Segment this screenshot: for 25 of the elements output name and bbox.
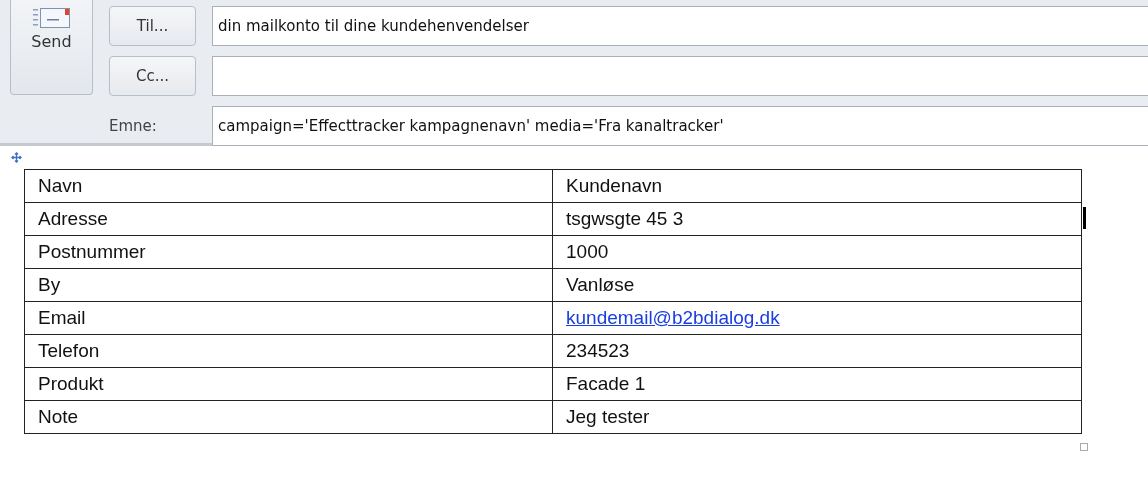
subject-label: Emne: <box>109 116 158 137</box>
to-field[interactable]: din mailkonto til dine kundehenvendelser <box>212 6 1148 46</box>
move-handle-icon[interactable] <box>11 152 22 163</box>
cc-button[interactable]: Cc... <box>109 56 196 96</box>
table-cell: Navn <box>24 169 553 203</box>
cc-field[interactable] <box>212 56 1148 96</box>
table-cell: Kundenavn <box>552 169 1082 203</box>
table-cell: By <box>24 268 553 302</box>
send-button[interactable]: Send <box>10 0 93 95</box>
table-cell: 234523 <box>552 334 1082 368</box>
table-cell: Jeg tester <box>552 400 1082 434</box>
envelope-icon <box>32 6 71 28</box>
table-cell: Produkt <box>24 367 553 401</box>
subject-field[interactable]: campaign='Effecttracker kampagnenavn' media='Fra kanaltracker' <box>212 106 1148 146</box>
table-cell: 1000 <box>552 235 1082 269</box>
table-cell: tsgwsgte 45 3 <box>552 202 1082 236</box>
table-cell: Telefon <box>24 334 553 368</box>
resize-handle-icon[interactable] <box>1080 443 1088 451</box>
to-button[interactable]: Til... <box>109 6 196 46</box>
table-cell: Vanløse <box>552 268 1082 302</box>
table-cell: Note <box>24 400 553 434</box>
table-cell: Email <box>24 301 553 335</box>
table-cell: Adresse <box>24 202 553 236</box>
table-cell: Postnummer <box>24 235 553 269</box>
table-cell: Facade 1 <box>552 367 1082 401</box>
